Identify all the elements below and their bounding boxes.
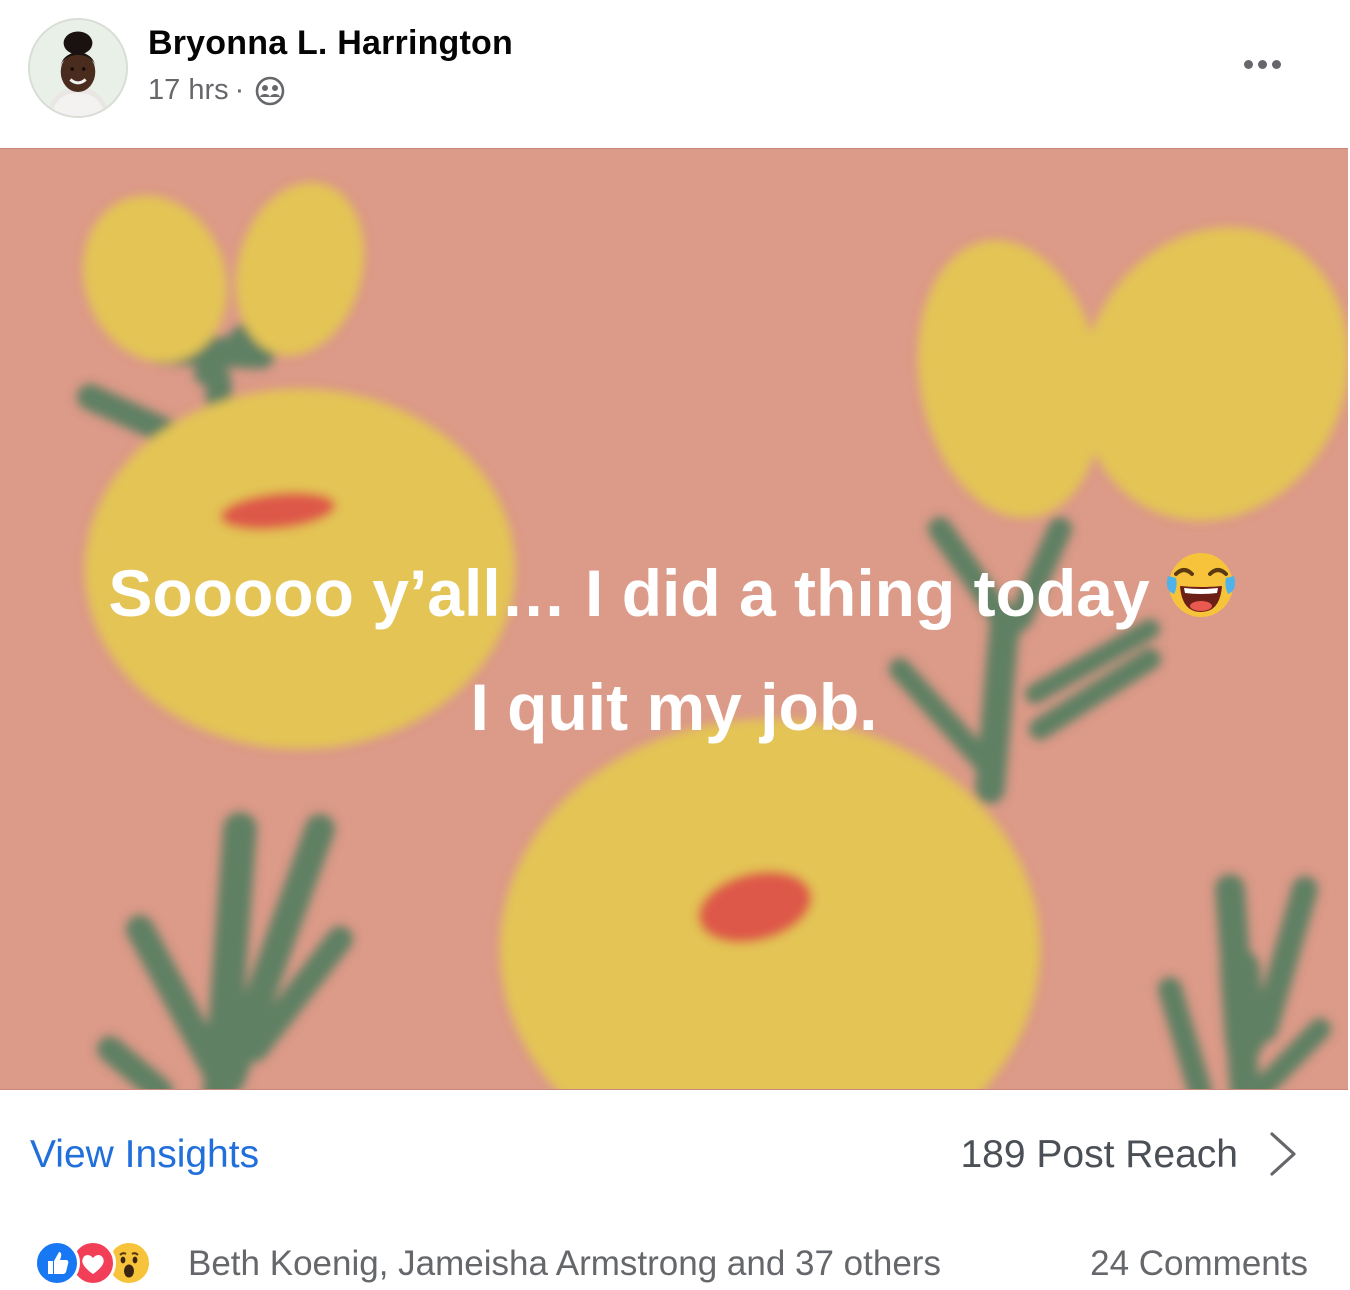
comments-count[interactable]: 24 Comments [1090,1244,1308,1284]
status-text: Sooooo y’all… I did a thing today I quit… [0,537,1348,764]
like-icon [34,1240,80,1286]
author-name[interactable]: Bryonna L. Harrington [148,24,513,63]
author-avatar[interactable] [28,18,128,118]
reactions-bar: Beth Koenig, Jameisha Armstrong and 37 o… [0,1220,1350,1290]
view-insights-link[interactable]: View Insights [30,1133,259,1177]
post-reach[interactable]: 189 Post Reach [960,1133,1238,1177]
status-line-1: Sooooo y’all… I did a thing today [0,537,1348,651]
status-line-2: I quit my job. [470,669,878,744]
face-with-tears-of-joy-emoji [1162,545,1240,623]
post-timestamp[interactable]: 17 hrs [148,74,229,107]
post-meta: 17 hrs · [148,74,286,107]
post-header: Bryonna L. Harrington 17 hrs · [0,0,1350,148]
status-background-image[interactable]: Sooooo y’all… I did a thing today I quit… [0,148,1348,1090]
insights-bar: View Insights 189 Post Reach [0,1090,1350,1220]
facebook-post: Bryonna L. Harrington 17 hrs · Sooooo y’… [0,0,1350,1290]
more-horizontal-icon [1243,59,1253,69]
reaction-names[interactable]: Beth Koenig, Jameisha Armstrong and 37 o… [188,1244,941,1284]
meta-separator: · [234,74,245,106]
reaction-icons[interactable] [34,1240,174,1288]
more-options-button[interactable] [1236,46,1288,82]
friends-icon[interactable] [254,75,286,107]
chevron-right-icon[interactable] [1266,1130,1300,1178]
